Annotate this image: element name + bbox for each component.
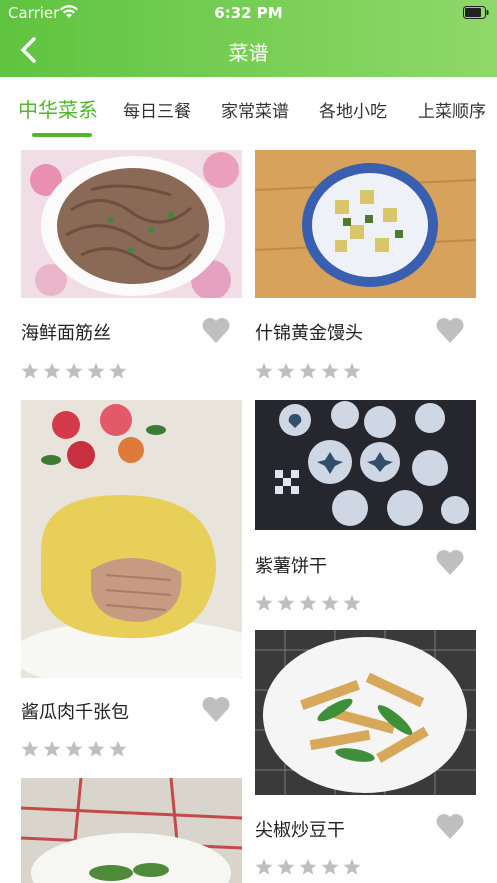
star-icon bbox=[87, 740, 105, 757]
rating-stars bbox=[255, 594, 361, 612]
page-title: 菜谱 bbox=[228, 41, 269, 65]
star-icon bbox=[299, 858, 317, 875]
star-icon bbox=[343, 594, 361, 611]
heart-icon[interactable] bbox=[435, 548, 465, 576]
star-icon bbox=[65, 740, 83, 757]
recipe-name: 紫薯饼干 bbox=[255, 556, 327, 577]
star-icon bbox=[321, 858, 339, 875]
star-icon bbox=[255, 362, 273, 379]
star-icon bbox=[21, 362, 39, 379]
rating-stars bbox=[21, 740, 127, 758]
recipe-card[interactable]: 尖椒炒豆干 bbox=[255, 630, 476, 883]
heart-icon[interactable] bbox=[201, 695, 231, 723]
recipe-name: 尖椒炒豆干 bbox=[255, 820, 345, 841]
heart-icon[interactable] bbox=[201, 316, 231, 344]
recipe-card[interactable]: 什锦黄金馒头 bbox=[255, 150, 476, 390]
tab-local-snacks[interactable]: 各地小吃 bbox=[319, 97, 387, 122]
heart-icon[interactable] bbox=[435, 316, 465, 344]
star-icon bbox=[299, 594, 317, 611]
battery-icon bbox=[463, 6, 489, 19]
tab-home-recipes[interactable]: 家常菜谱 bbox=[221, 97, 289, 122]
recipe-photo bbox=[21, 150, 242, 298]
rating-stars bbox=[255, 858, 361, 876]
rating-stars bbox=[255, 362, 361, 380]
star-icon bbox=[255, 594, 273, 611]
category-tabs: 中华菜系 每日三餐 家常菜谱 各地小吃 上菜顺序 bbox=[0, 77, 497, 139]
star-icon bbox=[343, 362, 361, 379]
recipe-card[interactable]: 紫薯饼干 bbox=[255, 400, 476, 620]
star-icon bbox=[277, 858, 295, 875]
tab-serving-order[interactable]: 上菜顺序 bbox=[418, 97, 486, 122]
star-icon bbox=[109, 740, 127, 757]
star-icon bbox=[43, 362, 61, 379]
star-icon bbox=[321, 594, 339, 611]
star-icon bbox=[277, 594, 295, 611]
star-icon bbox=[255, 858, 273, 875]
active-tab-indicator bbox=[32, 133, 92, 137]
tab-daily-meals[interactable]: 每日三餐 bbox=[123, 97, 191, 122]
recipe-name: 酱瓜肉千张包 bbox=[21, 702, 129, 723]
recipe-photo bbox=[21, 778, 242, 883]
star-icon bbox=[43, 740, 61, 757]
tab-chinese-cuisine[interactable]: 中华菜系 bbox=[18, 94, 98, 123]
recipe-card[interactable]: 海鲜面筋丝 bbox=[21, 150, 242, 390]
recipe-card[interactable] bbox=[21, 778, 242, 883]
clock: 6:32 PM bbox=[214, 4, 283, 22]
rating-stars bbox=[21, 362, 127, 380]
heart-icon[interactable] bbox=[435, 812, 465, 840]
nav-header: Carrier 6:32 PM 菜谱 bbox=[0, 0, 497, 77]
star-icon bbox=[109, 362, 127, 379]
star-icon bbox=[343, 858, 361, 875]
recipe-photo bbox=[255, 400, 476, 530]
star-icon bbox=[21, 740, 39, 757]
recipe-card[interactable]: 酱瓜肉千张包 bbox=[21, 400, 242, 765]
recipe-photo bbox=[255, 630, 476, 795]
status-bar: Carrier 6:32 PM bbox=[0, 0, 497, 26]
star-icon bbox=[321, 362, 339, 379]
star-icon bbox=[299, 362, 317, 379]
recipe-name: 海鲜面筋丝 bbox=[21, 323, 111, 344]
recipe-photo bbox=[255, 150, 476, 298]
star-icon bbox=[87, 362, 105, 379]
star-icon bbox=[65, 362, 83, 379]
recipe-photo bbox=[21, 400, 242, 678]
star-icon bbox=[277, 362, 295, 379]
recipe-name: 什锦黄金馒头 bbox=[255, 323, 363, 344]
